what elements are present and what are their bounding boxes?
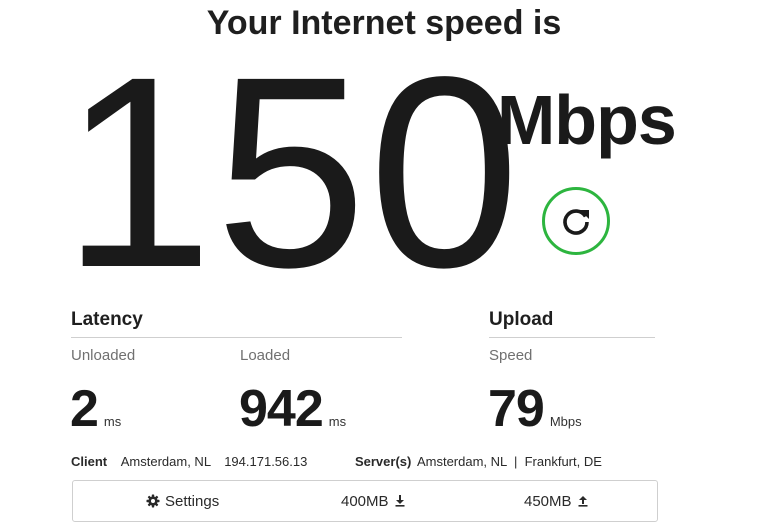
download-size-label: 400MB: [341, 492, 389, 510]
client-label: Client: [71, 454, 108, 469]
settings-label: Settings: [165, 492, 220, 510]
loaded-label: Loaded: [240, 347, 291, 364]
settings-button[interactable]: Settings: [146, 481, 219, 521]
server-list: Amsterdam, NL | Frankfurt, DE: [416, 454, 602, 469]
bottom-bar: Settings 400MB 450MB: [72, 480, 658, 522]
upload-arrow-icon: [578, 495, 588, 507]
client-location: Amsterdam, NL: [120, 454, 211, 469]
upload-speed-unit: Mbps: [549, 414, 582, 429]
loaded-metric: 942 ms: [239, 381, 346, 437]
unloaded-metric: 2 ms: [70, 381, 121, 437]
upload-divider: [489, 337, 655, 338]
refresh-icon: [559, 204, 593, 238]
upload-speed-value: 79: [488, 380, 545, 438]
latency-divider: [71, 337, 402, 338]
loaded-unit: ms: [328, 414, 347, 429]
connection-info: Client Amsterdam, NL 194.171.56.13 Serve…: [71, 454, 602, 470]
loaded-value: 942: [239, 380, 324, 438]
refresh-button[interactable]: [542, 187, 610, 255]
server-label: Server(s): [354, 454, 412, 469]
upload-title: Upload: [489, 309, 554, 330]
unloaded-unit: ms: [103, 414, 122, 429]
download-size-button[interactable]: 400MB: [341, 481, 405, 521]
upload-speed-label: Speed: [489, 347, 533, 364]
speed-value: 150: [62, 20, 522, 324]
unloaded-label: Unloaded: [71, 347, 136, 364]
upload-metric: 79 Mbps: [488, 381, 582, 437]
gear-icon: [146, 494, 160, 508]
upload-size-button[interactable]: 450MB: [524, 481, 588, 521]
upload-size-label: 450MB: [524, 492, 572, 510]
unloaded-value: 2: [70, 380, 99, 438]
latency-title: Latency: [71, 309, 143, 330]
speed-unit: Mbps: [497, 81, 677, 159]
client-ip: 194.171.56.13: [224, 454, 308, 469]
download-arrow-icon: [395, 495, 405, 507]
